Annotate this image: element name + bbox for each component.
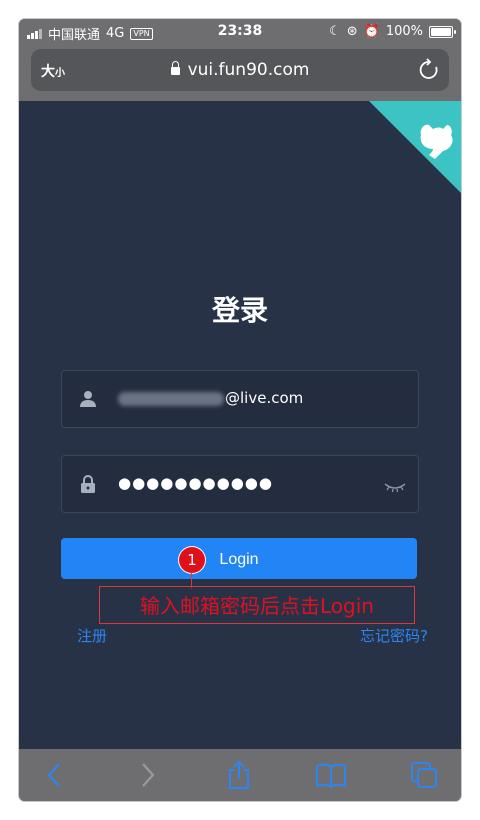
url-text: vui.fun90.com: [187, 60, 310, 80]
status-right: ☾ ⊛ ⏰ 100%: [329, 24, 456, 39]
password-value: ●●●●●●●●●●●: [118, 474, 273, 492]
browser-toolbar: [19, 749, 461, 801]
address-bar[interactable]: 大小 vui.fun90.com: [31, 49, 449, 91]
tabs-icon[interactable]: [409, 760, 439, 794]
annotation-text: 输入邮箱密码后点击Login: [99, 586, 415, 624]
back-icon[interactable]: [43, 760, 65, 794]
blurred-email-prefix: [118, 391, 224, 406]
password-field[interactable]: ●●●●●●●●●●●: [61, 455, 419, 513]
forgot-password-link[interactable]: 忘记密码?: [360, 625, 428, 646]
page-title: 登录: [211, 294, 268, 327]
share-icon[interactable]: [225, 760, 253, 794]
battery-icon: [429, 25, 456, 38]
email-value: @live.com: [118, 389, 303, 407]
bookmarks-icon[interactable]: [315, 760, 347, 794]
register-link[interactable]: 注册: [77, 625, 107, 646]
moon-icon: ☾: [329, 24, 341, 39]
rotation-lock-icon: ⊛: [346, 24, 358, 39]
url-display[interactable]: vui.fun90.com: [31, 60, 449, 80]
browser-header: 大小 vui.fun90.com: [19, 45, 461, 101]
forward-icon[interactable]: [137, 760, 159, 794]
battery-percent: 100%: [385, 24, 423, 39]
lock-field-icon: [79, 475, 97, 497]
status-bar: 中国联通 4G VPN 23:38 ☾ ⊛ ⏰ 100%: [19, 19, 461, 45]
github-corner-icon[interactable]: [369, 101, 461, 193]
lock-icon: [170, 61, 180, 75]
alarm-icon: ⏰: [363, 24, 380, 39]
step-number-badge: 1: [179, 547, 205, 573]
user-icon: [79, 390, 97, 412]
email-field[interactable]: @live.com: [61, 370, 419, 428]
reload-icon[interactable]: [419, 58, 439, 84]
toggle-password-icon[interactable]: [384, 478, 406, 497]
phone-screen: 中国联通 4G VPN 23:38 ☾ ⊛ ⏰ 100% 大小 vui.fun9…: [19, 19, 461, 801]
login-button[interactable]: Login: [61, 538, 417, 579]
